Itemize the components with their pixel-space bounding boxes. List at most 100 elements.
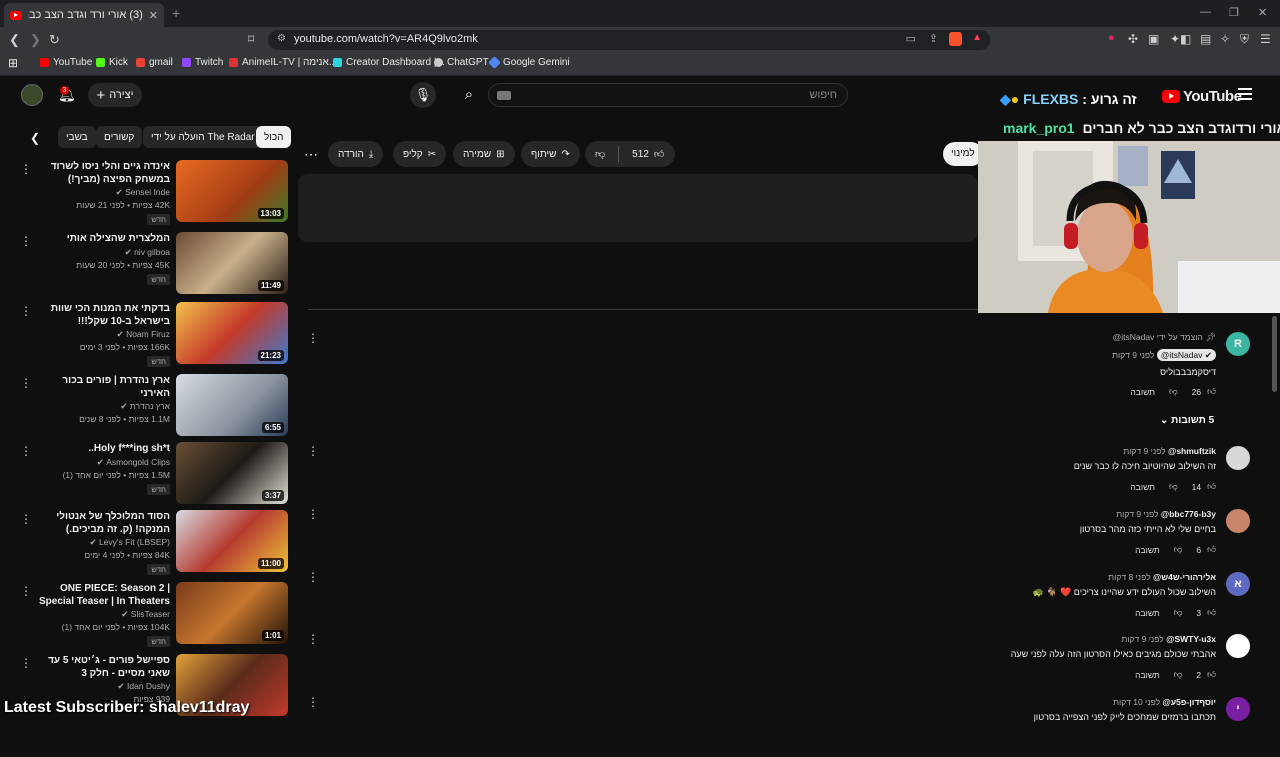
back-icon[interactable]: ❮ bbox=[9, 32, 20, 48]
more-actions-button[interactable]: ⋯ bbox=[300, 141, 322, 167]
reply-button[interactable]: תשובה bbox=[1135, 545, 1160, 555]
reply-button[interactable]: תשובה bbox=[1130, 482, 1155, 492]
video-thumbnail[interactable]: 1:01 bbox=[176, 582, 288, 644]
video-channel[interactable]: niv gilboa ✔ bbox=[125, 247, 170, 258]
account-avatar[interactable] bbox=[21, 84, 43, 106]
leo-ai-icon[interactable]: ✦ bbox=[1170, 32, 1180, 46]
related-video-item[interactable]: ⋮ 21:23 בדקתי את המנות הכי שוות בישראל ב-1… bbox=[20, 302, 290, 370]
dislike-icon[interactable]: 👎︎ bbox=[1174, 544, 1183, 555]
search-input[interactable]: חיפוש bbox=[488, 83, 848, 107]
like-icon[interactable]: 👍︎ bbox=[1207, 544, 1216, 555]
commenter-avatar[interactable] bbox=[1226, 509, 1250, 533]
video-title[interactable]: ארץ נהדרת | פורים בכור האירני bbox=[30, 374, 170, 400]
related-video-item[interactable]: ⋮ 6:55 ארץ נהדרת | פורים בכור האירני ארץ נה… bbox=[20, 374, 290, 442]
comment-menu-icon[interactable]: ⋮ bbox=[307, 570, 319, 584]
bookmark-creator-dashboard[interactable]: Creator Dashboard |... bbox=[333, 57, 445, 68]
comment-menu-icon[interactable]: ⋮ bbox=[307, 632, 319, 646]
video-title[interactable]: ספיישל פורים - ג׳יטאי 5 עד שאני מסיים - … bbox=[30, 654, 170, 680]
clip-button[interactable]: קליפ ✂ bbox=[393, 141, 447, 167]
wallet-icon[interactable]: ▤ bbox=[1200, 32, 1211, 46]
save-button[interactable]: שמירה ⊞ bbox=[453, 141, 515, 167]
voice-search-button[interactable]: 🎙 bbox=[410, 82, 436, 108]
vpn-shield-icon[interactable]: ⛨ bbox=[1240, 32, 1249, 47]
video-thumbnail[interactable]: 3:37 bbox=[176, 442, 288, 504]
view-replies-button[interactable]: 5 תשובות ⌄ bbox=[1160, 415, 1214, 426]
commenter-avatar[interactable] bbox=[1226, 634, 1250, 658]
reply-button[interactable]: תשובה bbox=[1135, 608, 1160, 618]
comment-author[interactable]: יוסףדון-פ5ע@ bbox=[1163, 697, 1216, 707]
page-scrollbar[interactable] bbox=[1272, 316, 1277, 392]
subscribe-button[interactable]: למינוי bbox=[943, 142, 983, 166]
share-page-icon[interactable]: ⇪ bbox=[929, 32, 938, 45]
bookmark-chatgpt[interactable]: ChatGPT bbox=[434, 57, 489, 68]
comment-author[interactable]: SWTY-u3x@ bbox=[1166, 634, 1216, 644]
brave-shield-icon[interactable] bbox=[949, 32, 962, 46]
related-video-item[interactable]: ⋮ 3:37 Holy f***ing sh*t.. Asmongold Clips … bbox=[20, 442, 290, 510]
bookmark-twitch[interactable]: Twitch bbox=[182, 57, 223, 68]
video-title[interactable]: Holy f***ing sh*t.. bbox=[30, 442, 170, 455]
reply-button[interactable]: תשובה bbox=[1130, 387, 1155, 397]
new-tab-button[interactable]: + bbox=[172, 5, 180, 21]
chip-uploaded-by[interactable]: הועלה על ידי The Radar bbox=[143, 126, 263, 148]
search-button[interactable]: ⌕ bbox=[452, 82, 486, 108]
browser-tab[interactable]: (3) אורי ורד וגדב הצב כבר לא חב ✕ bbox=[4, 3, 164, 27]
like-icon[interactable]: 👍︎ bbox=[1207, 669, 1216, 680]
video-thumbnail[interactable]: 11:49 bbox=[176, 232, 288, 294]
site-info-icon[interactable]: ⚙ bbox=[277, 33, 286, 44]
commenter-avatar[interactable] bbox=[1226, 446, 1250, 470]
video-channel[interactable]: ארץ נהדרת ✔ bbox=[120, 401, 170, 412]
reply-button[interactable]: תשובה bbox=[1135, 670, 1160, 680]
like-icon[interactable]: 👍︎ bbox=[654, 148, 664, 160]
commenter-avatar[interactable]: א bbox=[1226, 572, 1250, 596]
create-button[interactable]: + יצירה bbox=[88, 83, 142, 107]
comment-menu-icon[interactable]: ⋮ bbox=[307, 331, 319, 345]
video-thumbnail[interactable]: 11:00 bbox=[176, 510, 288, 572]
video-channel[interactable]: Levy's Fit (LBSEP) ✔ bbox=[89, 537, 170, 548]
youtube-logo[interactable]: YouTube bbox=[1162, 88, 1242, 105]
chip-captive[interactable]: בשבי bbox=[58, 126, 96, 148]
related-video-item[interactable]: ⋮ 13:03 אינדה גיים והלי ניסו לשרוד במשחק ה… bbox=[20, 160, 290, 228]
video-thumbnail[interactable]: 21:23 bbox=[176, 302, 288, 364]
video-channel[interactable]: Idan Dushy ✔ bbox=[118, 681, 170, 692]
dislike-icon[interactable]: 👎︎ bbox=[1174, 607, 1183, 618]
video-channel[interactable]: Noam Firuz ✔ bbox=[117, 329, 170, 340]
video-title[interactable]: המלצרית שהצילה אותי bbox=[30, 232, 170, 245]
comment-author[interactable]: bbc776-b3y@ bbox=[1161, 509, 1216, 519]
reload-icon[interactable]: ↻ bbox=[49, 32, 60, 48]
address-bar[interactable]: ⚙ youtube.com/watch?v=AR4Q9lvo2mk ▭ ⇪ ▲ bbox=[268, 30, 990, 50]
screen-icon[interactable]: ▭ bbox=[906, 32, 916, 45]
description-box[interactable] bbox=[298, 174, 978, 242]
video-title[interactable]: אינדה גיים והלי ניסו לשרוד במשחק הפיצה (… bbox=[30, 160, 170, 186]
download-button[interactable]: הורדה ⤓ bbox=[328, 141, 384, 167]
video-thumbnail[interactable]: 13:03 bbox=[176, 160, 288, 222]
media-icon[interactable]: ▣ bbox=[1148, 32, 1159, 46]
owner-handle-badge[interactable]: ✔ itsNadav@ bbox=[1156, 349, 1216, 361]
video-title[interactable]: הסוד המלוכלך של אנטולי המנקה! (ק. זה מבי… bbox=[30, 510, 170, 536]
forward-icon[interactable]: ❯ bbox=[30, 32, 41, 48]
dislike-icon[interactable]: 👎︎ bbox=[1169, 386, 1178, 397]
video-channel[interactable]: Sensei Inde ✔ bbox=[116, 187, 170, 198]
extension-record-icon[interactable]: ● bbox=[1108, 32, 1115, 44]
chips-scroll-left-icon[interactable]: ❮ bbox=[30, 131, 40, 145]
minimize-icon[interactable]: — bbox=[1200, 6, 1211, 18]
video-channel[interactable]: SlisTeaser ✔ bbox=[121, 609, 170, 620]
comment-menu-icon[interactable]: ⋮ bbox=[307, 507, 319, 521]
tab-close-icon[interactable]: ✕ bbox=[149, 9, 158, 22]
bookmark-animeil[interactable]: AnimeIL-TV | אנימה... bbox=[229, 57, 337, 68]
bookmark-kick[interactable]: Kick bbox=[96, 57, 128, 68]
share-button[interactable]: שיתוף ↷ bbox=[521, 141, 580, 167]
comment-menu-icon[interactable]: ⋮ bbox=[307, 444, 319, 458]
chip-all[interactable]: הכול bbox=[256, 126, 292, 148]
chip-related[interactable]: קשורים bbox=[96, 126, 143, 148]
dislike-icon[interactable]: 👎︎ bbox=[1174, 669, 1183, 680]
brave-rewards-icon[interactable]: ▲ bbox=[972, 32, 982, 43]
commenter-avatar[interactable]: R bbox=[1226, 332, 1250, 356]
like-icon[interactable]: 👍︎ bbox=[1207, 607, 1216, 618]
bookmark-youtube[interactable]: YouTube bbox=[40, 57, 92, 68]
bookmark-gmail[interactable]: gmail bbox=[136, 57, 173, 68]
dislike-icon[interactable]: 👎︎ bbox=[595, 148, 605, 160]
main-menu-icon[interactable]: ☰ bbox=[1260, 32, 1271, 46]
comment-menu-icon[interactable]: ⋮ bbox=[307, 695, 319, 709]
video-title[interactable]: ONE PIECE: Season 2 | Special Teaser | I… bbox=[30, 582, 170, 608]
related-video-item[interactable]: ⋮ 11:49 המלצרית שהצילה אותי niv gilboa ✔ 45K… bbox=[20, 232, 290, 300]
